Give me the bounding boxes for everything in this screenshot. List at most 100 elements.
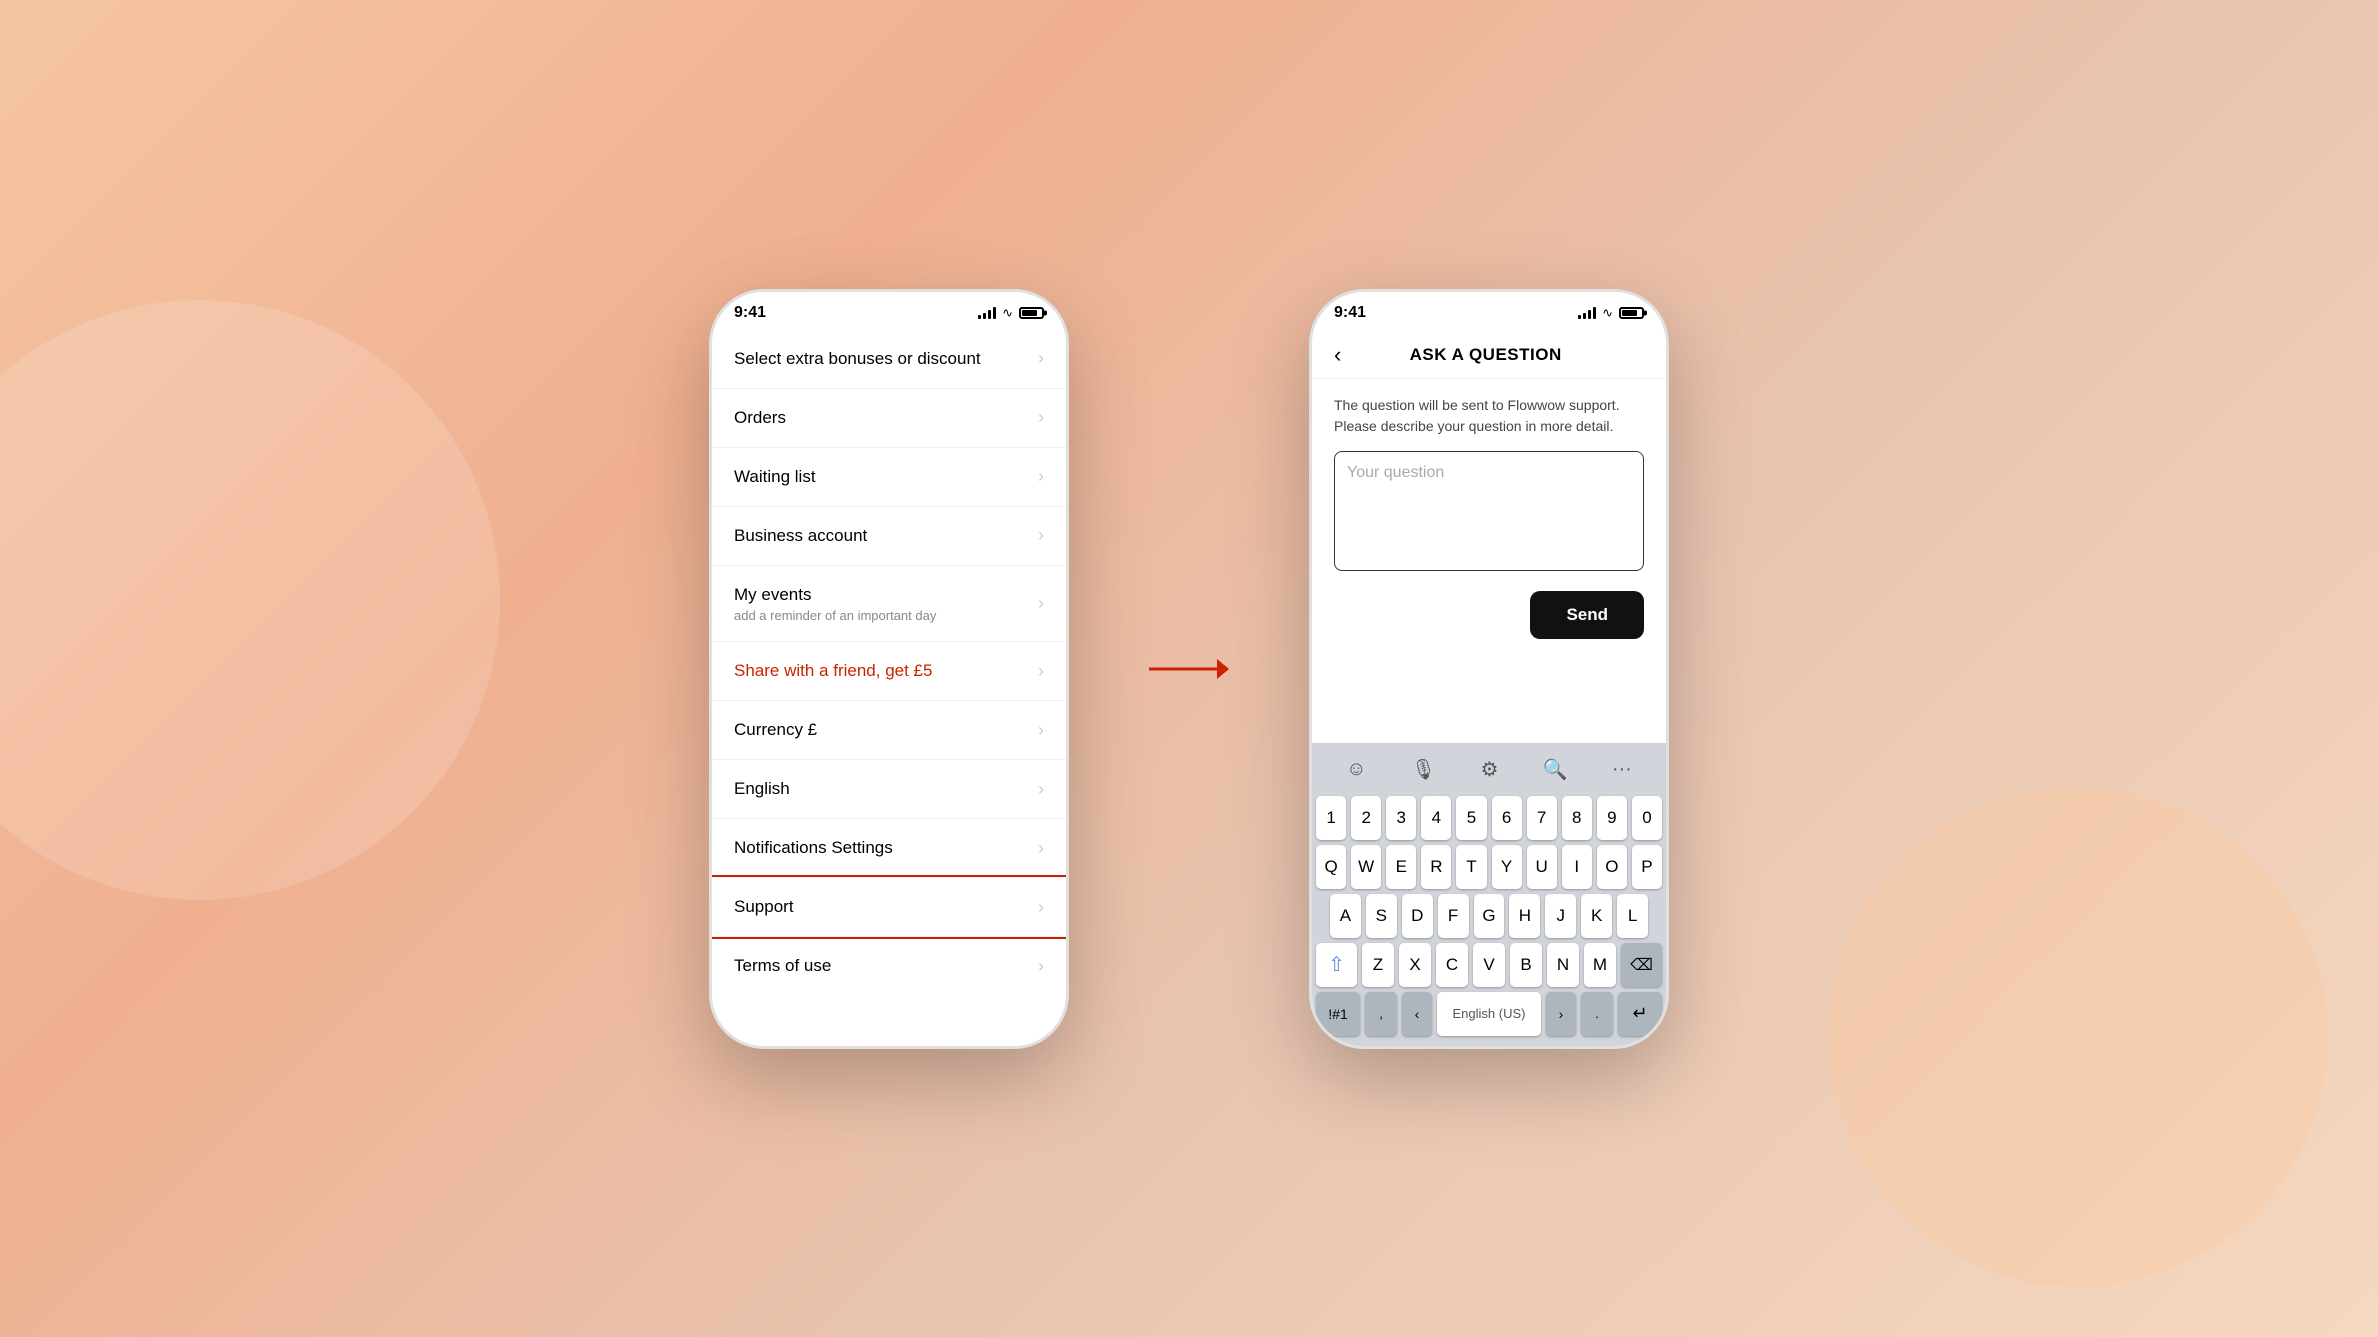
arrow-icon: [1149, 649, 1229, 689]
phone1-frame: 9:41 ∿ Select extra bonuses or: [709, 289, 1069, 1049]
space-bar[interactable]: English (US): [1437, 992, 1541, 1036]
menu-item-title-notifications: Notifications Settings: [734, 837, 1030, 859]
key-8[interactable]: 8: [1562, 796, 1592, 840]
key-u[interactable]: U: [1527, 845, 1557, 889]
period-key[interactable]: .: [1581, 992, 1613, 1036]
keyboard-row-a: A S D F G H J K L: [1316, 894, 1662, 938]
key-k[interactable]: K: [1581, 894, 1612, 938]
menu-item-title-english: English: [734, 778, 1030, 800]
lang-left-button[interactable]: ‹: [1402, 992, 1432, 1036]
chevron-icon: ›: [1038, 838, 1044, 859]
menu-item-title-share: Share with a friend, get £5: [734, 660, 1030, 682]
battery-icon: [1019, 307, 1044, 319]
keyboard-number-row: 1 2 3 4 5 6 7 8 9 0: [1316, 796, 1662, 840]
key-y[interactable]: Y: [1492, 845, 1522, 889]
mic-button[interactable]: 🎙: [1403, 755, 1444, 784]
question-input[interactable]: [1334, 451, 1644, 571]
status-icons-2: ∿: [1578, 305, 1644, 321]
menu-item-business[interactable]: Business account ›: [712, 507, 1066, 566]
key-1[interactable]: 1: [1316, 796, 1346, 840]
comma-key[interactable]: ,: [1365, 992, 1397, 1036]
menu-item-bonuses[interactable]: Select extra bonuses or discount ›: [712, 330, 1066, 389]
menu-item-orders[interactable]: Orders ›: [712, 389, 1066, 448]
ask-body: The question will be sent to Flowwow sup…: [1312, 379, 1666, 743]
key-t[interactable]: T: [1456, 845, 1486, 889]
back-button[interactable]: ‹: [1334, 342, 1341, 368]
key-i[interactable]: I: [1562, 845, 1592, 889]
key-h[interactable]: H: [1509, 894, 1540, 938]
key-c[interactable]: C: [1436, 943, 1468, 987]
key-f[interactable]: F: [1438, 894, 1469, 938]
menu-item-title-bonuses: Select extra bonuses or discount: [734, 348, 1030, 370]
chevron-icon: ›: [1038, 525, 1044, 546]
key-m[interactable]: M: [1584, 943, 1616, 987]
key-v[interactable]: V: [1473, 943, 1505, 987]
key-r[interactable]: R: [1421, 845, 1451, 889]
key-o[interactable]: O: [1597, 845, 1627, 889]
key-a[interactable]: A: [1330, 894, 1361, 938]
key-s[interactable]: S: [1366, 894, 1397, 938]
settings-menu: Select extra bonuses or discount › Order…: [712, 330, 1066, 996]
status-bar-right: 9:41 ∿: [1312, 292, 1666, 330]
key-g[interactable]: G: [1474, 894, 1505, 938]
battery-icon-2: [1619, 307, 1644, 319]
emoji-button[interactable]: ☺: [1338, 756, 1374, 783]
menu-item-title-support: Support: [734, 896, 1030, 918]
keyboard: ☺ 🎙 ⚙ 🔍 ··· 1 2 3 4 5 6 7 8 9 0 Q: [1312, 743, 1666, 1046]
key-9[interactable]: 9: [1597, 796, 1627, 840]
key-z[interactable]: Z: [1362, 943, 1394, 987]
time-display-2: 9:41: [1334, 304, 1366, 322]
menu-item-terms[interactable]: Terms of use ›: [712, 937, 1066, 995]
chevron-icon: ›: [1038, 593, 1044, 614]
key-n[interactable]: N: [1547, 943, 1579, 987]
navigation-arrow: [1149, 649, 1229, 689]
backspace-button[interactable]: ⌫: [1621, 943, 1662, 987]
shift-button[interactable]: ⇧: [1316, 943, 1357, 987]
key-4[interactable]: 4: [1421, 796, 1451, 840]
key-3[interactable]: 3: [1386, 796, 1416, 840]
key-5[interactable]: 5: [1456, 796, 1486, 840]
key-e[interactable]: E: [1386, 845, 1416, 889]
time-display: 9:41: [734, 304, 766, 322]
menu-item-support[interactable]: Support ›: [712, 878, 1066, 937]
chevron-icon: ›: [1038, 661, 1044, 682]
signal-icon: [978, 307, 996, 319]
search-button[interactable]: 🔍: [1535, 755, 1576, 784]
settings-button[interactable]: ⚙: [1472, 755, 1506, 784]
menu-item-title-currency: Currency £: [734, 719, 1030, 741]
menu-item-english[interactable]: English ›: [712, 760, 1066, 819]
keyboard-bottom-row: !#1 , ‹ English (US) › . ↵: [1316, 992, 1662, 1036]
return-key[interactable]: ↵: [1618, 992, 1662, 1036]
menu-item-share[interactable]: Share with a friend, get £5 ›: [712, 642, 1066, 701]
numeric-switch-button[interactable]: !#1: [1316, 992, 1360, 1036]
key-p[interactable]: P: [1632, 845, 1662, 889]
key-b[interactable]: B: [1510, 943, 1542, 987]
lang-right-button[interactable]: ›: [1546, 992, 1576, 1036]
chevron-icon: ›: [1038, 348, 1044, 369]
chevron-icon: ›: [1038, 720, 1044, 741]
key-w[interactable]: W: [1351, 845, 1381, 889]
more-button[interactable]: ···: [1604, 756, 1640, 783]
wifi-icon-2: ∿: [1602, 305, 1613, 321]
send-button[interactable]: Send: [1530, 591, 1644, 639]
menu-item-title-orders: Orders: [734, 407, 1030, 429]
key-6[interactable]: 6: [1492, 796, 1522, 840]
key-q[interactable]: Q: [1316, 845, 1346, 889]
key-j[interactable]: J: [1545, 894, 1576, 938]
menu-item-title-waiting: Waiting list: [734, 466, 1030, 488]
menu-item-waiting[interactable]: Waiting list ›: [712, 448, 1066, 507]
menu-item-notifications[interactable]: Notifications Settings ›: [712, 819, 1066, 878]
phone2-frame: 9:41 ∿ ‹ ASK A QUESTION The question: [1309, 289, 1669, 1049]
menu-item-currency[interactable]: Currency £ ›: [712, 701, 1066, 760]
key-x[interactable]: X: [1399, 943, 1431, 987]
menu-item-title-myevents: My events: [734, 584, 1030, 606]
key-2[interactable]: 2: [1351, 796, 1381, 840]
key-d[interactable]: D: [1402, 894, 1433, 938]
key-l[interactable]: L: [1617, 894, 1648, 938]
menu-item-subtitle-myevents: add a reminder of an important day: [734, 608, 1030, 623]
menu-item-myevents[interactable]: My events add a reminder of an important…: [712, 566, 1066, 642]
status-bar-left: 9:41 ∿: [712, 292, 1066, 330]
ask-header: ‹ ASK A QUESTION: [1312, 330, 1666, 379]
key-7[interactable]: 7: [1527, 796, 1557, 840]
key-0[interactable]: 0: [1632, 796, 1662, 840]
